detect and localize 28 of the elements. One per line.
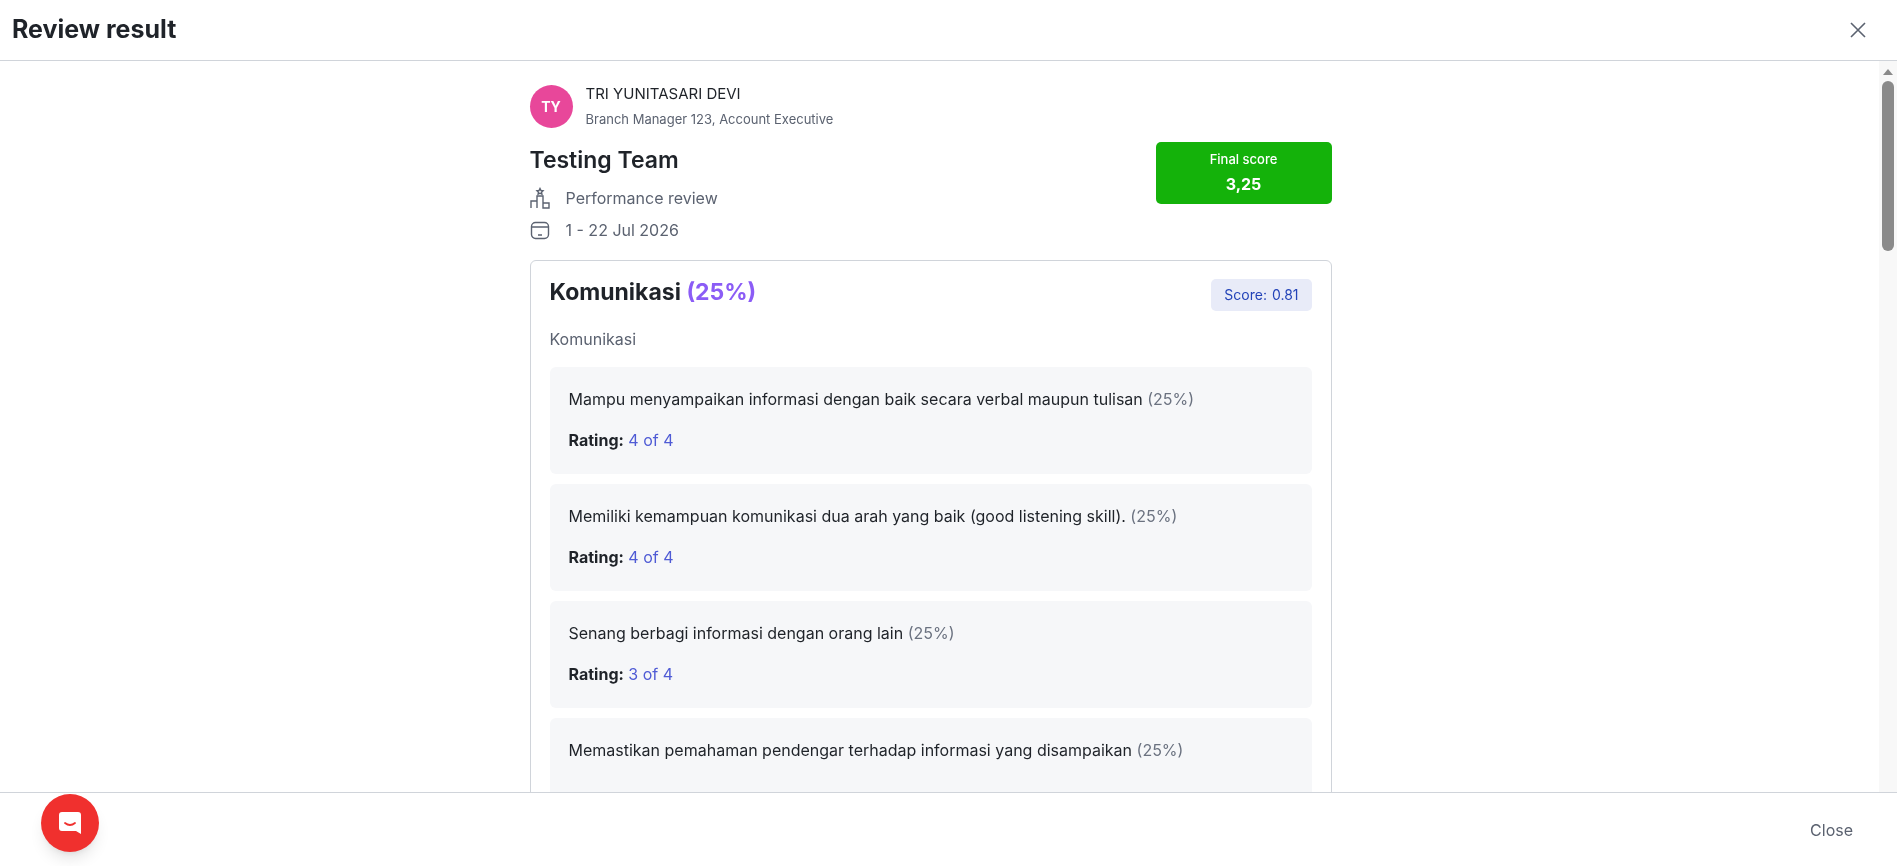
chat-icon — [57, 810, 83, 836]
podium-icon — [529, 186, 550, 209]
scrollbar[interactable] — [1879, 61, 1897, 792]
score-label: Score: — [1224, 285, 1267, 305]
avatar: TY — [529, 84, 573, 128]
section-title: Komunikasi (25%) — [549, 276, 757, 308]
final-score-value: 3,25 — [1225, 173, 1262, 197]
scroll-up-icon[interactable] — [1883, 69, 1893, 75]
criterion-rating: Rating: 4 of 4 — [568, 545, 675, 569]
criterion-text: Mampu menyampaikan informasi dengan baik secara verbal maupun tulisan (25%) — [568, 387, 1196, 411]
dialog-title: Review result — [12, 13, 177, 47]
team-name: Testing Team — [529, 145, 680, 176]
criterion-text: Memastikan pemahaman pendengar terhadap informasi yang disampaikan (25%) — [568, 738, 1185, 762]
employee-name: TRI YUNITASARI DEVI — [585, 83, 742, 105]
final-score-label: Final score — [1209, 149, 1278, 169]
scrollbar-thumb[interactable] — [1882, 81, 1894, 251]
criterion-rating: Rating: 4 of 4 — [568, 428, 675, 452]
calendar-icon — [529, 219, 550, 240]
close-icon[interactable] — [1848, 20, 1868, 40]
review-type: Performance review — [565, 186, 718, 210]
criterion-rating: Rating: 3 of 4 — [568, 662, 675, 686]
close-button[interactable]: Close — [1810, 817, 1853, 842]
score-value: 0.81 — [1271, 285, 1299, 305]
section-description: Komunikasi — [549, 327, 638, 351]
review-period: 1 - 22 Jul 2026 — [565, 218, 679, 242]
employee-position: Branch Manager 123, Account Executive — [585, 109, 834, 129]
criterion-text: Senang berbagi informasi dengan orang lain (25%) — [568, 621, 956, 645]
criterion-text: Memiliki kemampuan komunikasi dua arah yang baik (good listening skill). (25%) — [568, 504, 1179, 528]
